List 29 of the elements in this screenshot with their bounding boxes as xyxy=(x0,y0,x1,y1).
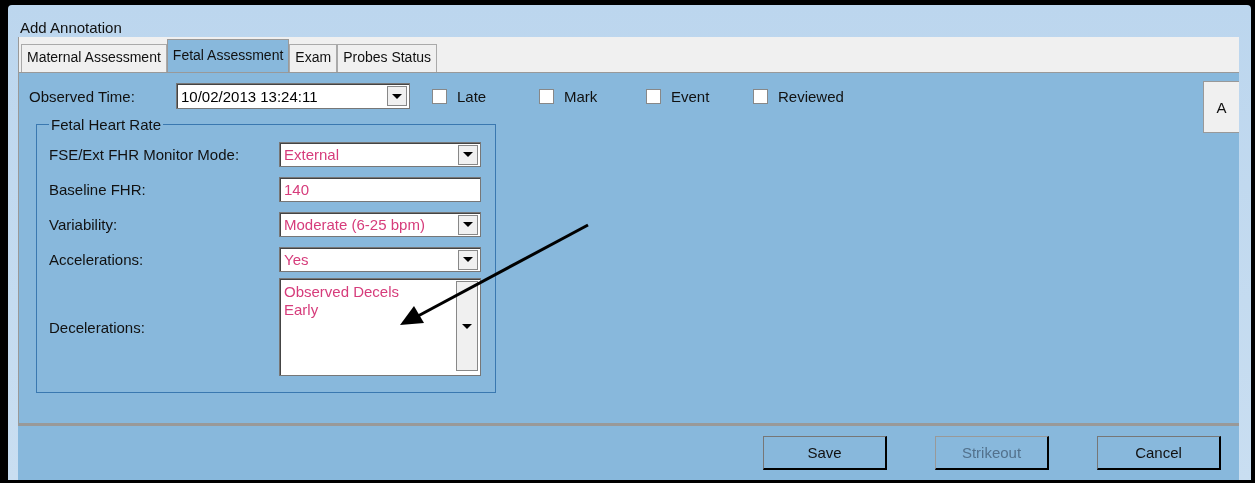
field-label: Variability: xyxy=(49,216,119,233)
dropdown[interactable]: External xyxy=(279,142,481,167)
checkbox[interactable] xyxy=(432,88,447,104)
checkbox-label: Event xyxy=(671,87,710,105)
dialog-button[interactable]: Save xyxy=(763,436,887,470)
checkbox[interactable] xyxy=(646,88,661,104)
checkbox[interactable] xyxy=(539,88,554,104)
checkbox-label: Late xyxy=(457,87,487,105)
tab[interactable]: Probes Status xyxy=(337,44,438,72)
field-label: Observed Time: xyxy=(29,87,136,105)
tab[interactable]: Fetal Assessment xyxy=(166,39,290,72)
input-field[interactable]: 140 xyxy=(279,177,481,202)
checkbox-label: Mark xyxy=(564,87,598,105)
dialog-button[interactable]: Cancel xyxy=(1097,436,1221,470)
field-label: Decelerations: xyxy=(49,318,146,336)
field-label: Baseline FHR: xyxy=(49,181,147,198)
checkbox-label: Reviewed xyxy=(778,87,844,105)
list-box[interactable]: Observed Decels Early xyxy=(279,278,481,376)
window-title: Add Annotation xyxy=(19,18,123,37)
tab[interactable]: Exam xyxy=(289,44,338,72)
checkbox[interactable] xyxy=(753,88,768,104)
field-label: Accelerations: xyxy=(49,251,145,268)
dropdown[interactable]: Moderate (6-25 bpm) xyxy=(279,212,481,237)
group-title: Fetal Heart Rate xyxy=(50,116,163,133)
tab[interactable]: Maternal Assessment xyxy=(21,44,167,72)
dropdown[interactable]: Yes xyxy=(279,247,481,272)
field-label: FSE/Ext FHR Monitor Mode: xyxy=(49,146,241,163)
side-tab[interactable]: A xyxy=(1203,81,1239,133)
date-dropdown[interactable]: 10/02/2013 13:24:11 xyxy=(176,83,410,109)
